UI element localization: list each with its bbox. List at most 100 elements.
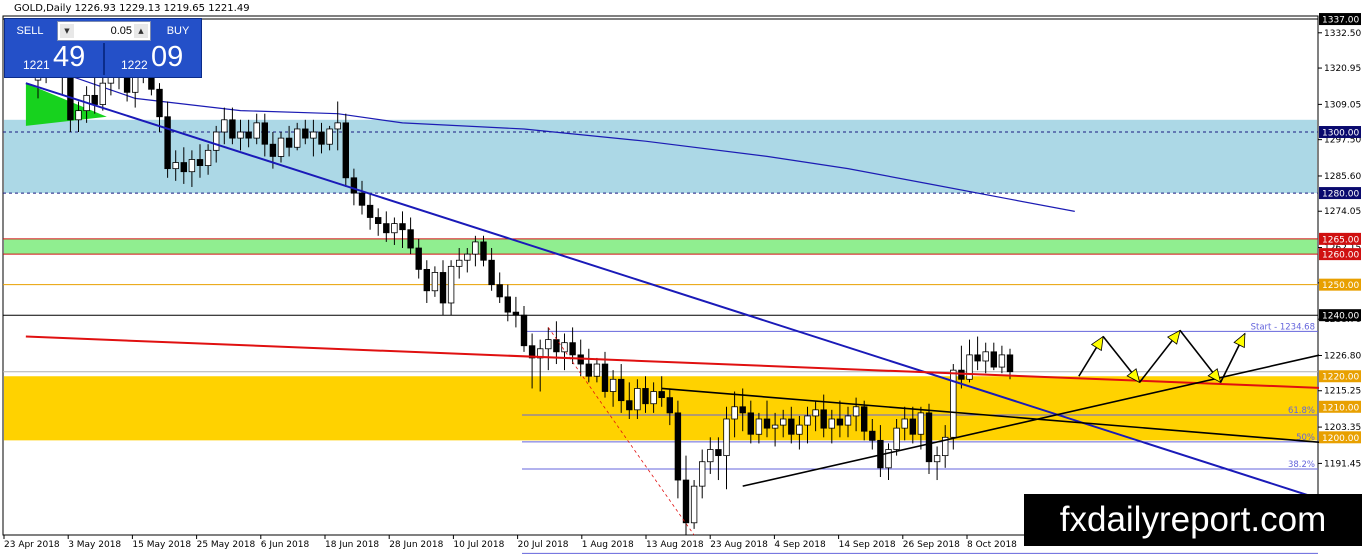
fib-level-label: 61.8% bbox=[1288, 406, 1315, 416]
bull-candle bbox=[334, 122, 341, 130]
bull-candle bbox=[212, 131, 220, 151]
bull-candle bbox=[844, 415, 852, 426]
lot-increase-icon[interactable]: ▲ bbox=[134, 24, 148, 38]
bear-candle bbox=[618, 378, 625, 402]
open-value: 1226.93 bbox=[74, 3, 116, 14]
ask-price-pips: 09 bbox=[151, 41, 184, 73]
bull-candle bbox=[852, 406, 860, 417]
bull-candle bbox=[690, 485, 698, 524]
bear-candle bbox=[504, 296, 511, 313]
price-level-badge-label: 1337.00 bbox=[1322, 16, 1359, 26]
y-tick-label: 1274.05 bbox=[1324, 207, 1361, 217]
bull-candle bbox=[447, 265, 455, 304]
bear-candle bbox=[569, 342, 576, 356]
bull-candle bbox=[455, 259, 463, 267]
bear-candle bbox=[156, 88, 163, 118]
lot-decrease-icon[interactable]: ▼ bbox=[60, 24, 74, 38]
price-level-badge-label: 1250.00 bbox=[1322, 281, 1359, 291]
bull-candle bbox=[310, 131, 317, 139]
bear-candle bbox=[261, 122, 268, 145]
bear-candle bbox=[658, 391, 665, 399]
bull-candle bbox=[204, 149, 212, 166]
bear-candle bbox=[399, 223, 406, 231]
bear-candle bbox=[909, 418, 916, 435]
bull-candle bbox=[237, 131, 244, 139]
bull-candle bbox=[634, 388, 641, 411]
x-tick-label: 23 Aug 2018 bbox=[710, 540, 768, 550]
price-level-badge-label: 1240.00 bbox=[1322, 312, 1359, 322]
bull-candle bbox=[431, 272, 439, 292]
price-level-badge-label: 1265.00 bbox=[1322, 235, 1359, 245]
bear-candle bbox=[358, 192, 366, 206]
ask-price-prefix: 1222 bbox=[121, 58, 148, 72]
bear-candle bbox=[788, 418, 795, 435]
bull-candle bbox=[593, 363, 601, 377]
bear-candle bbox=[123, 76, 131, 93]
bid-price-button[interactable]: 1221 49 bbox=[7, 41, 103, 75]
bull-candle bbox=[472, 241, 479, 255]
bear-candle bbox=[415, 247, 422, 270]
bull-candle bbox=[982, 351, 989, 362]
bull-candle bbox=[277, 137, 285, 157]
y-tick-label: 1191.45 bbox=[1324, 459, 1361, 469]
sell-button[interactable]: SELL bbox=[7, 21, 53, 41]
bear-candle bbox=[520, 314, 528, 347]
ask-price-button[interactable]: 1222 09 bbox=[105, 41, 201, 75]
bull-candle bbox=[391, 223, 398, 234]
bear-candle bbox=[180, 162, 187, 173]
bear-candle bbox=[439, 272, 447, 304]
close-value: 1221.49 bbox=[208, 3, 250, 14]
bear-candle bbox=[245, 131, 252, 139]
y-tick-label: 1320.95 bbox=[1324, 64, 1361, 74]
lot-size-field[interactable]: ▼ 0.05 ▲ bbox=[57, 21, 151, 41]
bear-candle bbox=[739, 406, 746, 414]
bear-candle bbox=[512, 311, 520, 316]
y-tick-label: 1226.80 bbox=[1324, 351, 1361, 361]
bull-candle bbox=[966, 354, 973, 380]
bull-candle bbox=[707, 449, 714, 463]
bear-candle bbox=[990, 351, 997, 368]
price-level-badge-label: 1220.00 bbox=[1322, 373, 1359, 383]
bull-candle bbox=[755, 418, 763, 435]
bid-price-prefix: 1221 bbox=[23, 58, 50, 72]
low-value: 1219.65 bbox=[163, 3, 206, 14]
bull-candle bbox=[253, 122, 260, 139]
price-level-badge-label: 1300.00 bbox=[1322, 129, 1359, 139]
x-tick-label: 28 Jun 2018 bbox=[389, 540, 443, 550]
bear-candle bbox=[269, 143, 277, 157]
y-tick-label: 1332.50 bbox=[1324, 29, 1361, 39]
bear-candle bbox=[318, 131, 325, 145]
price-level-badge-label: 1260.00 bbox=[1322, 251, 1359, 261]
one-click-trade-panel: SELL ▼ 0.05 ▲ BUY 1221 49 1222 09 bbox=[4, 18, 202, 78]
bear-candle bbox=[674, 412, 682, 481]
bear-candle bbox=[585, 363, 592, 377]
x-tick-label: 25 May 2018 bbox=[197, 540, 256, 550]
bear-candle bbox=[925, 412, 933, 463]
plot-area bbox=[2, 15, 1319, 536]
buy-button[interactable]: BUY bbox=[157, 21, 199, 41]
bull-candle bbox=[172, 162, 179, 170]
zone-support bbox=[4, 376, 1317, 441]
price-chart[interactable]: Start - 1234.6861.8%50%38.2%1332.501320.… bbox=[0, 0, 1362, 554]
lot-size-value: 0.05 bbox=[110, 25, 132, 37]
bull-candle bbox=[796, 424, 803, 435]
price-level-badge-label: 1210.00 bbox=[1322, 403, 1359, 413]
bull-candle bbox=[99, 82, 106, 105]
bull-candle bbox=[998, 354, 1006, 368]
y-tick-label: 1309.05 bbox=[1324, 100, 1361, 110]
bear-candle bbox=[820, 409, 827, 429]
bull-candle bbox=[917, 412, 925, 435]
bull-candle bbox=[828, 418, 835, 429]
bear-candle bbox=[196, 159, 204, 166]
bull-candle bbox=[293, 128, 301, 148]
bear-candle bbox=[747, 412, 754, 435]
bear-candle bbox=[1006, 354, 1014, 373]
high-value: 1229.13 bbox=[119, 3, 161, 14]
y-tick-label: 1215.25 bbox=[1324, 387, 1361, 397]
y-tick-label: 1285.60 bbox=[1324, 172, 1361, 182]
x-tick-label: 26 Sep 2018 bbox=[903, 540, 960, 550]
bull-candle bbox=[464, 253, 471, 261]
bear-candle bbox=[383, 223, 390, 234]
bear-candle bbox=[164, 116, 171, 170]
bear-candle bbox=[666, 397, 673, 414]
